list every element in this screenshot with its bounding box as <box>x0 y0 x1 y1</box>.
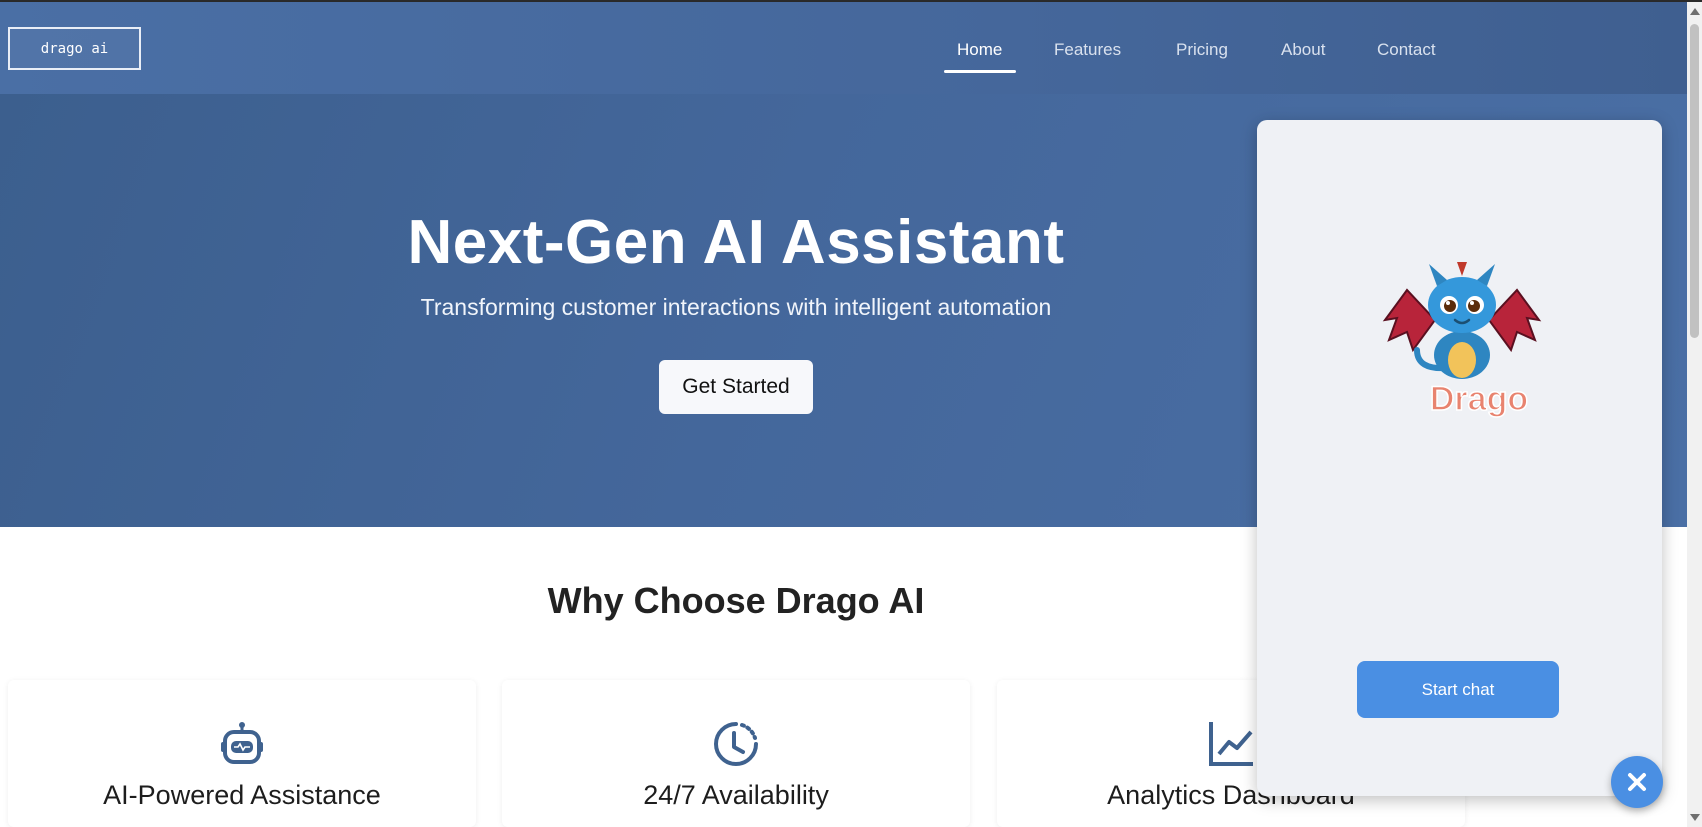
active-nav-indicator <box>944 70 1016 73</box>
mascot-wordmark: Drago <box>1430 380 1528 418</box>
clock-icon <box>714 722 758 766</box>
close-icon <box>1628 773 1646 791</box>
main-nav: Home Features Pricing About Contact <box>0 40 1687 80</box>
feature-card-availability: 24/7 Availability <box>502 680 970 827</box>
nav-link-features[interactable]: Features <box>1054 40 1121 60</box>
get-started-button[interactable]: Get Started <box>659 360 813 414</box>
hero-subtitle: Transforming customer interactions with … <box>420 294 1052 320</box>
scrollbar-thumb[interactable] <box>1690 24 1699 338</box>
hero-title: Next-Gen AI Assistant <box>407 208 1065 277</box>
feature-card-title: 24/7 Availability <box>643 780 829 810</box>
nav-link-contact[interactable]: Contact <box>1377 40 1436 60</box>
nav-link-home[interactable]: Home <box>957 40 1002 60</box>
start-chat-button[interactable]: Start chat <box>1357 661 1559 718</box>
scroll-down-arrow-icon[interactable] <box>1690 814 1700 821</box>
page-scrollbar[interactable] <box>1687 2 1702 827</box>
feature-card-title: AI-Powered Assistance <box>103 780 381 810</box>
drago-mascot-logo: Drago <box>1382 262 1542 419</box>
chart-line-icon <box>1209 722 1253 766</box>
feature-card-ai: AI-Powered Assistance <box>8 680 476 827</box>
nav-link-about[interactable]: About <box>1281 40 1325 60</box>
chat-close-button[interactable] <box>1611 756 1663 808</box>
scroll-up-arrow-icon[interactable] <box>1690 8 1700 15</box>
robot-icon <box>221 722 263 764</box>
nav-link-pricing[interactable]: Pricing <box>1176 40 1228 60</box>
why-section-title: Why Choose Drago AI <box>547 580 925 621</box>
top-navigation-bar: drago ai Home Features Pricing About Con… <box>0 2 1687 94</box>
chat-widget-panel: Drago Start chat <box>1257 120 1662 796</box>
